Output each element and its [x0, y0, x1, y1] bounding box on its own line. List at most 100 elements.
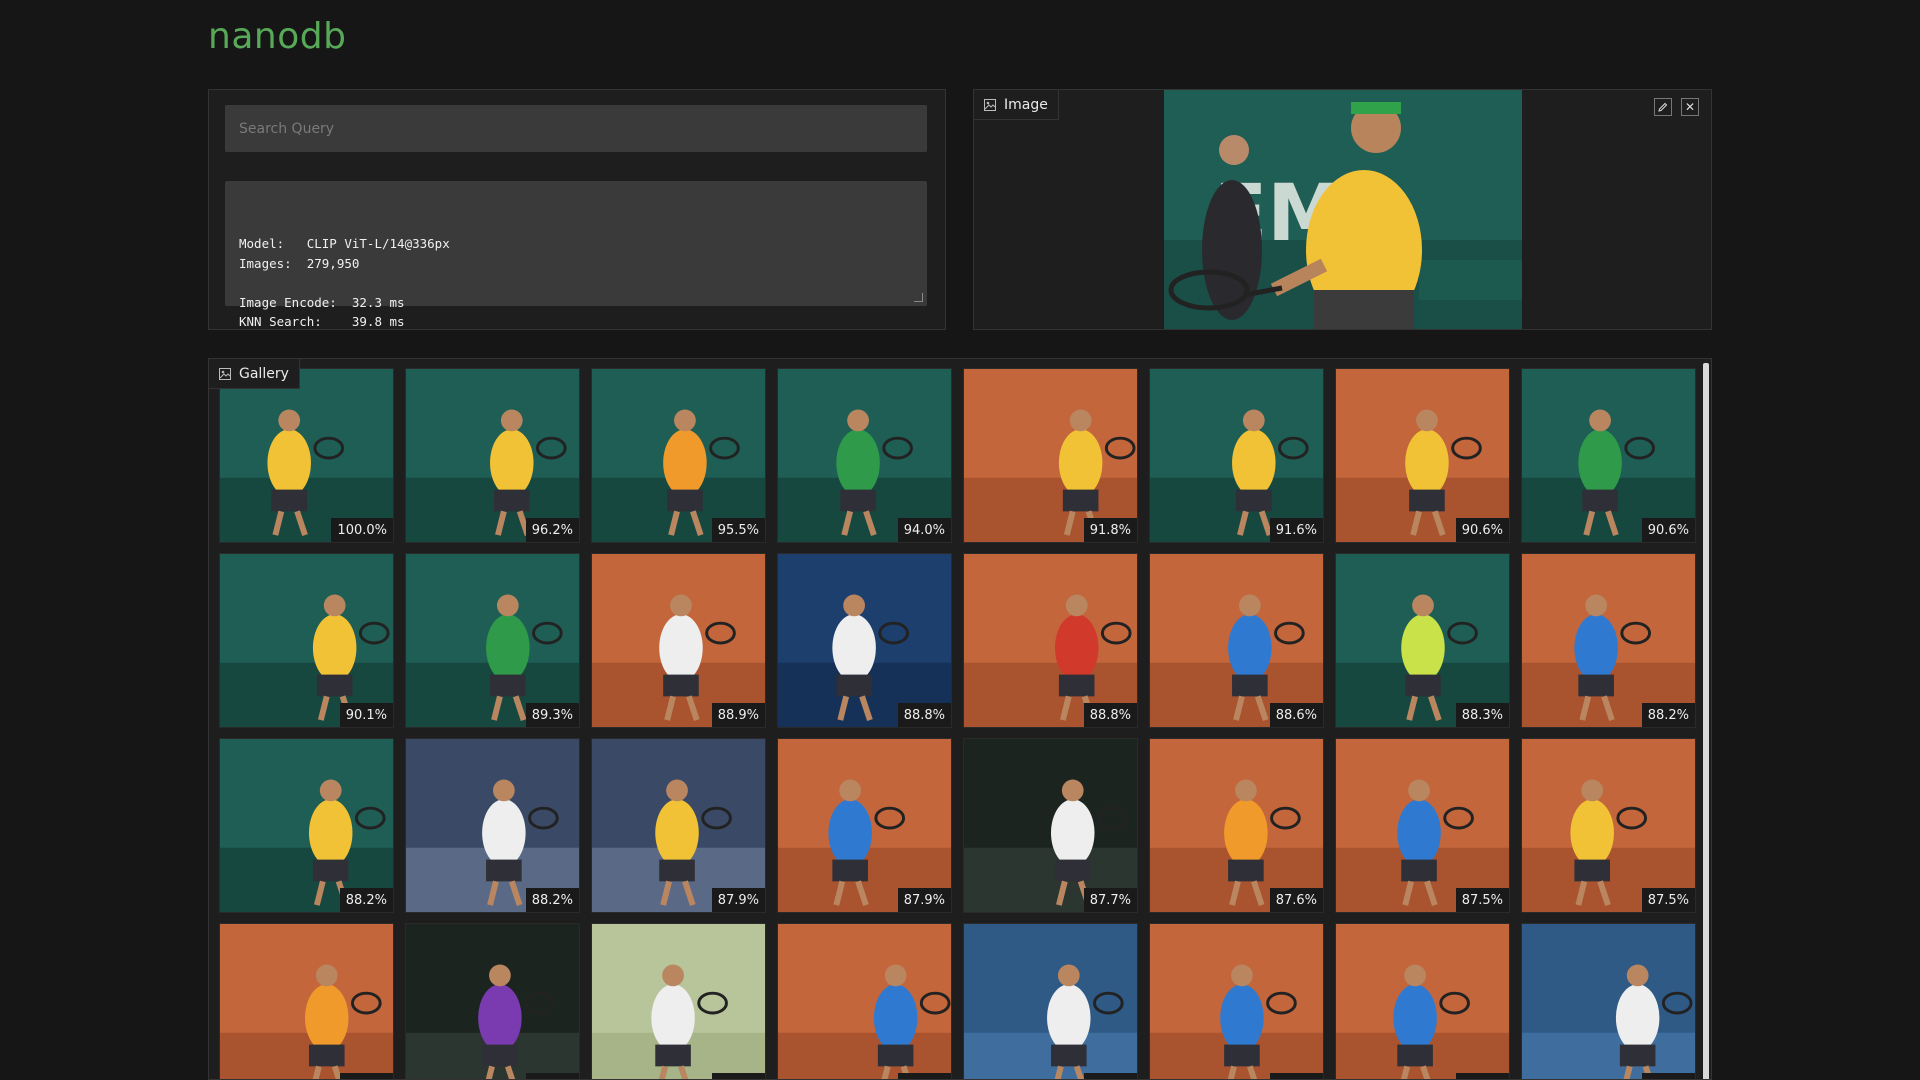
scrollbar[interactable]: [1701, 359, 1711, 1079]
similarity-score: 87.5%: [1641, 888, 1695, 912]
similarity-score: 88.9%: [711, 703, 765, 727]
gallery-thumbnail: [406, 739, 579, 912]
gallery-thumbnail: [1336, 739, 1509, 912]
gallery-thumbnail: [1522, 739, 1695, 912]
gallery-item[interactable]: 89.3%: [405, 553, 580, 728]
gallery-item[interactable]: 86.6%: [777, 923, 952, 1079]
scroll-thumb[interactable]: [1703, 363, 1709, 1079]
similarity-score: 86.1%: [1641, 1073, 1695, 1079]
gallery-item[interactable]: 88.2%: [405, 738, 580, 913]
gallery-thumbnail: [964, 554, 1137, 727]
gallery-item[interactable]: 87.9%: [777, 738, 952, 913]
similarity-score: 100.0%: [331, 518, 393, 542]
gallery-thumbnail: [406, 554, 579, 727]
gallery-thumbnail: [406, 924, 579, 1079]
gallery-panel: Gallery 100.0% 96.2% 95.5% 94.0% 91.8% 91.6% 9…: [208, 358, 1712, 1080]
gallery-item[interactable]: 87.5%: [1335, 738, 1510, 913]
gallery-item[interactable]: 88.2%: [219, 738, 394, 913]
similarity-score: 86.4%: [1269, 1073, 1323, 1079]
gallery-item[interactable]: 94.0%: [777, 368, 952, 543]
search-input[interactable]: [225, 105, 927, 152]
image-label: Image: [1004, 96, 1048, 113]
gallery-label: Gallery: [239, 365, 289, 382]
gallery-item[interactable]: 90.1%: [219, 553, 394, 728]
gallery-item[interactable]: 88.9%: [591, 553, 766, 728]
gallery-item[interactable]: 87.1%: [591, 923, 766, 1079]
gallery-item[interactable]: 90.6%: [1335, 368, 1510, 543]
gallery-item[interactable]: 87.6%: [1149, 738, 1324, 913]
image-panel: Image EM ✕: [973, 89, 1712, 330]
similarity-score: 87.9%: [711, 888, 765, 912]
similarity-score: 86.1%: [1455, 1073, 1509, 1079]
image-label-chip: Image: [974, 90, 1059, 120]
image-icon: [219, 367, 231, 380]
similarity-score: 88.8%: [1083, 703, 1137, 727]
gallery-thumbnail: [220, 369, 393, 542]
similarity-score: 87.1%: [711, 1073, 765, 1079]
gallery-thumbnail: [1522, 369, 1695, 542]
gallery-item[interactable]: 91.8%: [963, 368, 1138, 543]
gallery-item[interactable]: 86.4%: [1149, 923, 1324, 1079]
gallery-thumbnail: [778, 369, 951, 542]
query-image[interactable]: EM: [1164, 90, 1522, 329]
stats-images: Images: 279,950: [239, 255, 360, 271]
gallery-item[interactable]: 90.6%: [1521, 368, 1696, 543]
gallery-item[interactable]: 91.6%: [1149, 368, 1324, 543]
gallery-item[interactable]: 95.5%: [591, 368, 766, 543]
gallery-thumbnail: [592, 369, 765, 542]
similarity-score: 88.8%: [897, 703, 951, 727]
app-title: nanodb: [208, 16, 347, 57]
gallery-item[interactable]: 96.2%: [405, 368, 580, 543]
similarity-score: 88.2%: [525, 888, 579, 912]
similarity-score: 88.2%: [339, 888, 393, 912]
gallery-item[interactable]: 87.9%: [591, 738, 766, 913]
similarity-score: 87.5%: [339, 1073, 393, 1079]
pencil-icon[interactable]: [1654, 98, 1672, 116]
similarity-score: 91.6%: [1269, 518, 1323, 542]
gallery-item[interactable]: 86.5%: [963, 923, 1138, 1079]
similarity-score: 87.7%: [1083, 888, 1137, 912]
gallery-thumbnail: [1522, 554, 1695, 727]
gallery-item[interactable]: 88.2%: [1521, 553, 1696, 728]
similarity-score: 89.3%: [525, 703, 579, 727]
gallery-grid: 100.0% 96.2% 95.5% 94.0% 91.8% 91.6% 90.6% 90.6…: [219, 368, 1696, 1079]
gallery-thumbnail: [964, 924, 1137, 1079]
gallery-item[interactable]: 100.0%: [219, 368, 394, 543]
gallery-thumbnail: [220, 739, 393, 912]
gallery-thumbnail: [964, 739, 1137, 912]
similarity-score: 90.6%: [1641, 518, 1695, 542]
gallery-thumbnail: [1150, 739, 1323, 912]
gallery-thumbnail: [1336, 554, 1509, 727]
stats-encode: Image Encode: 32.3 ms: [239, 294, 405, 310]
gallery-thumbnail: [1336, 369, 1509, 542]
similarity-score: 86.6%: [897, 1073, 951, 1079]
gallery-thumbnail: [220, 554, 393, 727]
stats-output: Model: CLIP ViT-L/14@336px Images: 279,95…: [225, 181, 927, 329]
gallery-item[interactable]: 88.6%: [1149, 553, 1324, 728]
gallery-thumbnail: [220, 924, 393, 1079]
gallery-item[interactable]: 86.1%: [1335, 923, 1510, 1079]
query-panel: Model: CLIP ViT-L/14@336px Images: 279,95…: [208, 89, 946, 330]
gallery-item[interactable]: 87.5%: [1521, 738, 1696, 913]
gallery-item[interactable]: 88.8%: [963, 553, 1138, 728]
gallery-item[interactable]: 87.7%: [963, 738, 1138, 913]
gallery-thumbnail: [592, 739, 765, 912]
close-icon[interactable]: ✕: [1681, 98, 1699, 116]
gallery-item[interactable]: 86.1%: [1521, 923, 1696, 1079]
similarity-score: 87.5%: [1455, 888, 1509, 912]
stats-knn: KNN Search: 39.8 ms: [239, 314, 405, 329]
similarity-score: 90.6%: [1455, 518, 1509, 542]
similarity-score: 95.5%: [711, 518, 765, 542]
gallery-thumbnail: [778, 924, 951, 1079]
gallery-thumbnail: [592, 554, 765, 727]
similarity-score: 90.1%: [339, 703, 393, 727]
gallery-thumbnail: [778, 554, 951, 727]
gallery-item[interactable]: 88.3%: [1335, 553, 1510, 728]
resize-grip[interactable]: [914, 293, 923, 302]
gallery-item[interactable]: 87.5%: [219, 923, 394, 1079]
gallery-item[interactable]: 87.3%: [405, 923, 580, 1079]
similarity-score: 94.0%: [897, 518, 951, 542]
similarity-score: 86.5%: [1083, 1073, 1137, 1079]
similarity-score: 88.3%: [1455, 703, 1509, 727]
gallery-item[interactable]: 88.8%: [777, 553, 952, 728]
